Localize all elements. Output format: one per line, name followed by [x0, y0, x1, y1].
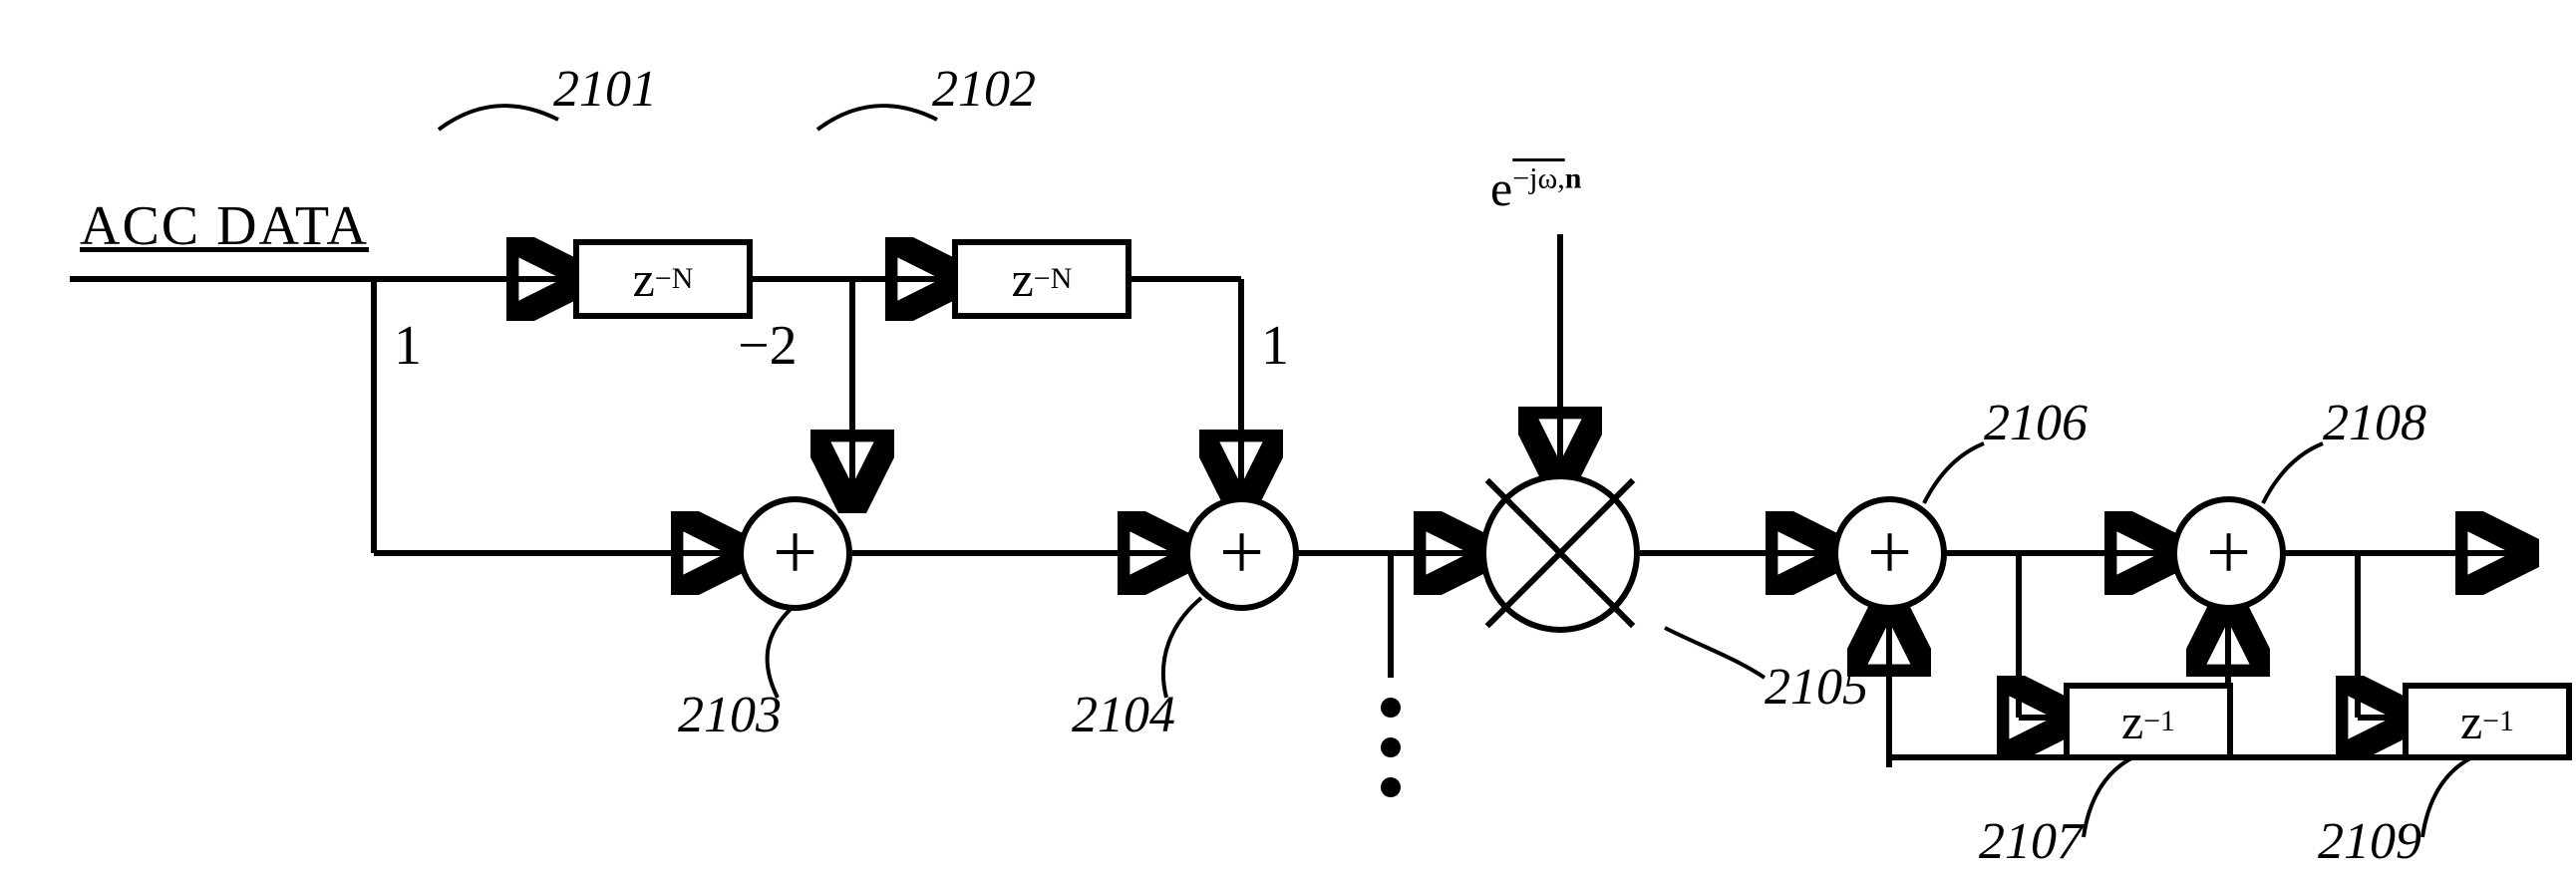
delay-block-2102: z−N [952, 239, 1131, 319]
ellipsis-dot [1381, 698, 1401, 718]
multiplier-2105 [1480, 473, 1640, 633]
ref-2103: 2103 [678, 686, 782, 744]
delay-2107-sup: −1 [2143, 705, 2175, 738]
ellipsis-dot [1381, 777, 1401, 797]
plus-icon: + [2206, 508, 2251, 599]
delay-block-2101: z−N [573, 239, 753, 319]
ref-2107: 2107 [1979, 812, 2083, 871]
ref-2108: 2108 [2323, 394, 2426, 452]
coeff-tap3: 1 [1261, 314, 1289, 378]
exp-input-label: e−jω,n [1490, 159, 1581, 217]
delay-block-2109: z−1 [2403, 683, 2572, 760]
ref-2104: 2104 [1072, 686, 1175, 744]
ref-2106: 2106 [1984, 394, 2088, 452]
adder-2108: + [2171, 496, 2286, 611]
coeff-tap1: 1 [394, 314, 422, 378]
delay-2109-base: z [2460, 693, 2482, 750]
ref-2102: 2102 [932, 60, 1036, 119]
delay-2107-base: z [2121, 693, 2143, 750]
plus-icon: + [1219, 508, 1264, 599]
adder-2106: + [1832, 496, 1947, 611]
adder-2103: + [738, 496, 852, 611]
delay-block-2107: z−1 [2064, 683, 2233, 760]
adder-2104: + [1184, 496, 1299, 611]
exp-base: e [1490, 160, 1512, 216]
block-diagram: ACC DATA z−N z−N 1 −2 1 + + + + e−jω,n z… [0, 0, 2576, 850]
plus-icon: + [773, 508, 817, 599]
plus-icon: + [1867, 508, 1912, 599]
delay-2109-sup: −1 [2482, 705, 2514, 738]
ref-2105: 2105 [1765, 658, 1868, 717]
exp-sup: −jω, [1512, 161, 1565, 194]
delay-2102-base: z [1012, 250, 1034, 308]
delay-2101-base: z [633, 250, 655, 308]
exp-sup-n: n [1565, 161, 1582, 194]
coeff-tap2: −2 [738, 314, 798, 378]
ref-2109: 2109 [2318, 812, 2421, 871]
ellipsis-dot [1381, 737, 1401, 757]
delay-2102-sup: −N [1034, 262, 1073, 296]
ref-2101: 2101 [553, 60, 657, 119]
delay-2101-sup: −N [655, 262, 694, 296]
input-label: ACC DATA [80, 194, 369, 258]
